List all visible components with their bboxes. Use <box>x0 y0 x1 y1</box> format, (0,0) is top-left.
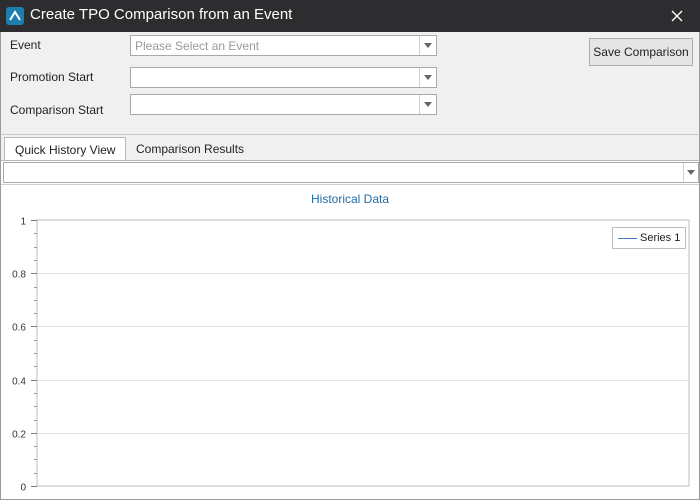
promotion-start-dropdown-button[interactable] <box>419 68 436 87</box>
tab-strip: Quick History View Comparison Results <box>0 134 700 161</box>
y-tick-label: 0.6 <box>12 323 26 334</box>
event-label: Event <box>10 38 41 52</box>
app-logo-icon <box>6 7 24 25</box>
series-selector-combobox[interactable] <box>3 162 699 183</box>
chevron-down-icon <box>687 170 695 175</box>
close-icon <box>671 10 683 22</box>
close-button[interactable] <box>654 0 700 32</box>
chart-legend: Series 1 <box>612 227 686 249</box>
tab-comparison-results[interactable]: Comparison Results <box>126 137 254 161</box>
y-tick-label: 0.2 <box>12 430 26 441</box>
tab-quick-history-view[interactable]: Quick History View <box>4 137 126 161</box>
form-area: Event Please Select an Event Promotion S… <box>0 32 700 134</box>
y-tick-label: 0 <box>20 483 26 494</box>
plot-area-border <box>36 219 690 487</box>
save-comparison-button[interactable]: Save Comparison <box>589 38 693 66</box>
chevron-down-icon <box>424 102 432 107</box>
promotion-start-label: Promotion Start <box>10 70 94 84</box>
chevron-down-icon <box>424 75 432 80</box>
chart-plot: 1 0.8 0.6 0.4 0.2 0 <box>12 217 690 494</box>
window-title: Create TPO Comparison from an Event <box>30 6 293 23</box>
comparison-start-label: Comparison Start <box>10 103 104 117</box>
legend-swatch-series-1 <box>618 238 637 239</box>
title-bar: Create TPO Comparison from an Event <box>0 0 700 32</box>
event-dropdown-button[interactable] <box>419 36 436 55</box>
comparison-start-combobox[interactable] <box>130 94 437 115</box>
event-placeholder: Please Select an Event <box>135 39 260 53</box>
series-selector-dropdown-button[interactable] <box>683 163 698 182</box>
comparison-start-dropdown-button[interactable] <box>419 95 436 114</box>
promotion-start-combobox[interactable] <box>130 67 437 88</box>
legend-label-series-1: Series 1 <box>640 232 681 244</box>
tab-panel: Historical Data 1 0.8 0.6 0.4 0.2 0 Series 1 <box>0 160 700 500</box>
y-tick-label: 1 <box>20 217 26 228</box>
chevron-down-icon <box>424 43 432 48</box>
y-tick-label: 0.4 <box>12 377 26 388</box>
chart-area: Historical Data 1 0.8 0.6 0.4 0.2 0 Series 1 <box>1 184 699 499</box>
y-tick-label: 0.8 <box>12 270 26 281</box>
event-combobox[interactable]: Please Select an Event <box>130 35 437 56</box>
